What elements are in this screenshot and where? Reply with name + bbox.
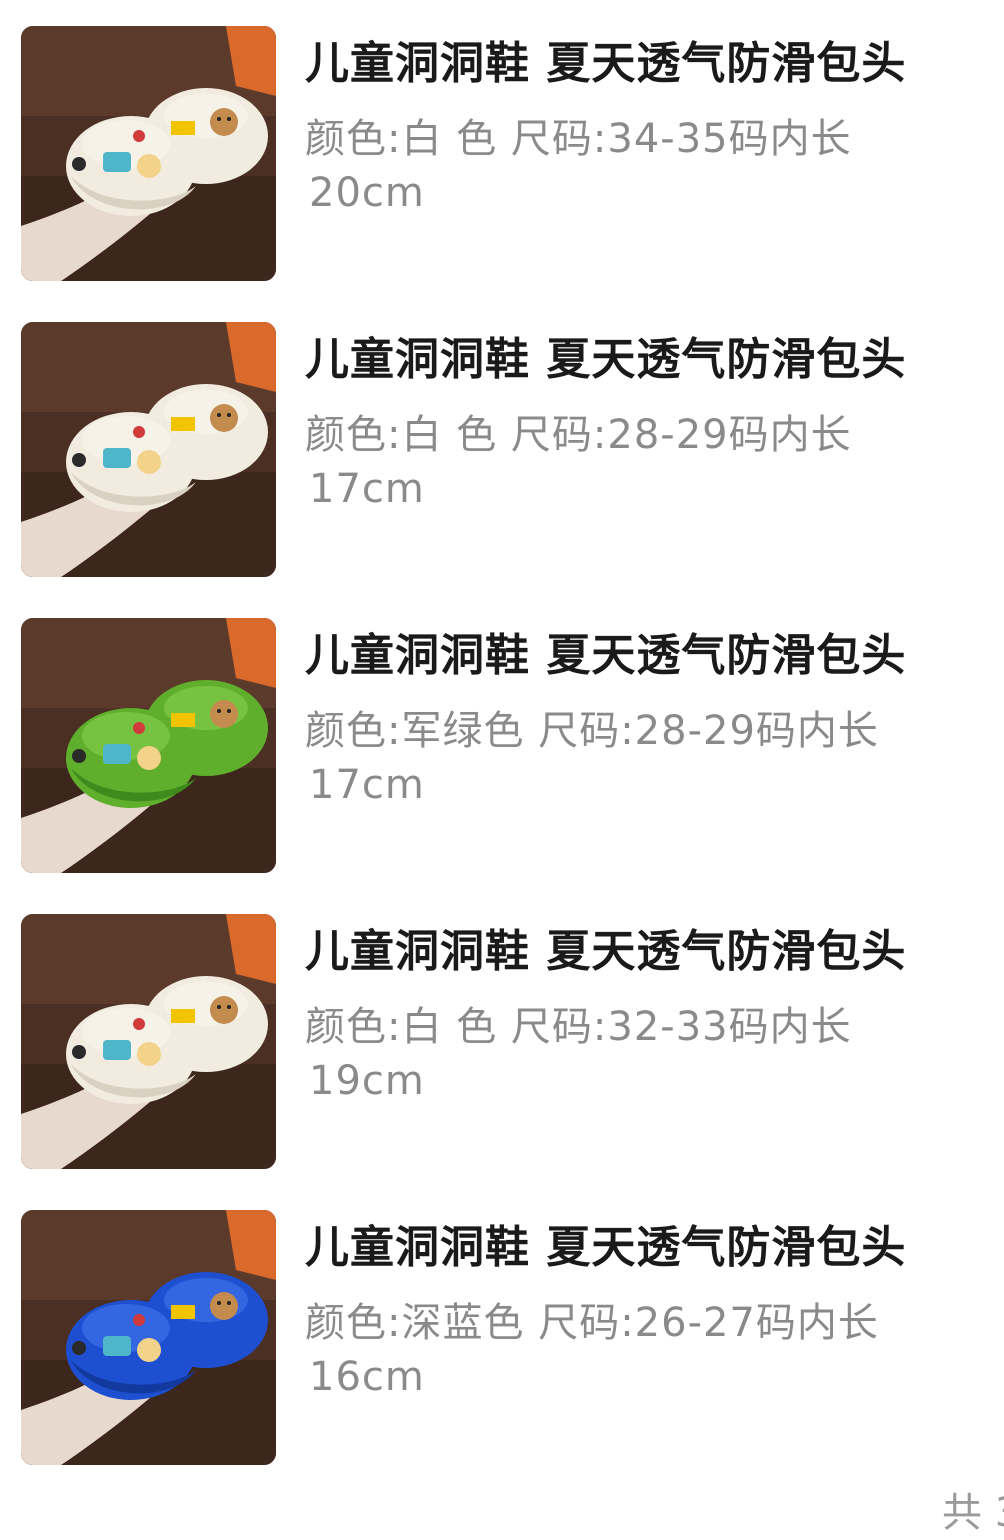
product-image[interactable] <box>21 322 276 577</box>
spec-color-size: 颜色:白 色 尺码:28-29码内长 <box>305 412 852 458</box>
order-item[interactable]: 儿童洞洞鞋 夏天透气防滑包头 颜色:深蓝色 尺码:26-27码内长 16cm <box>0 1210 1004 1466</box>
spec-inner-length: 17cm <box>309 466 425 512</box>
spec-inner-length: 17cm <box>309 762 425 808</box>
order-item[interactable]: 儿童洞洞鞋 夏天透气防滑包头 颜色:白 色 尺码:28-29码内长 17cm <box>0 322 1004 578</box>
product-spec: 颜色:深蓝色 尺码:26-27码内长 16cm <box>305 1296 945 1404</box>
total-count-text: 共 3 <box>942 1490 1004 1536</box>
product-spec: 颜色:白 色 尺码:28-29码内长 17cm <box>305 408 945 516</box>
spec-color-size: 颜色:深蓝色 尺码:26-27码内长 <box>305 1300 879 1346</box>
product-title[interactable]: 儿童洞洞鞋 夏天透气防滑包头 <box>305 628 995 684</box>
spec-inner-length: 19cm <box>309 1058 425 1104</box>
spec-inner-length: 16cm <box>309 1354 425 1400</box>
spec-color-size: 颜色:军绿色 尺码:28-29码内长 <box>305 708 879 754</box>
product-image[interactable] <box>21 914 276 1169</box>
spec-color-size: 颜色:白 色 尺码:34-35码内长 <box>305 116 852 162</box>
order-item[interactable]: 儿童洞洞鞋 夏天透气防滑包头 颜色:白 色 尺码:34-35码内长 20cm <box>0 26 1004 282</box>
product-image[interactable] <box>21 26 276 281</box>
spec-color-size: 颜色:白 色 尺码:32-33码内长 <box>305 1004 852 1050</box>
product-title[interactable]: 儿童洞洞鞋 夏天透气防滑包头 <box>305 924 995 980</box>
product-title[interactable]: 儿童洞洞鞋 夏天透气防滑包头 <box>305 1220 995 1276</box>
product-spec: 颜色:白 色 尺码:32-33码内长 19cm <box>305 1000 945 1108</box>
spec-inner-length: 20cm <box>309 170 425 216</box>
product-spec: 颜色:白 色 尺码:34-35码内长 20cm <box>305 112 945 220</box>
product-title[interactable]: 儿童洞洞鞋 夏天透气防滑包头 <box>305 332 995 388</box>
product-image[interactable] <box>21 1210 276 1465</box>
product-image[interactable] <box>21 618 276 873</box>
order-item[interactable]: 儿童洞洞鞋 夏天透气防滑包头 颜色:军绿色 尺码:28-29码内长 17cm <box>0 618 1004 874</box>
product-spec: 颜色:军绿色 尺码:28-29码内长 17cm <box>305 704 945 812</box>
order-item[interactable]: 儿童洞洞鞋 夏天透气防滑包头 颜色:白 色 尺码:32-33码内长 19cm <box>0 914 1004 1170</box>
product-title[interactable]: 儿童洞洞鞋 夏天透气防滑包头 <box>305 36 995 92</box>
